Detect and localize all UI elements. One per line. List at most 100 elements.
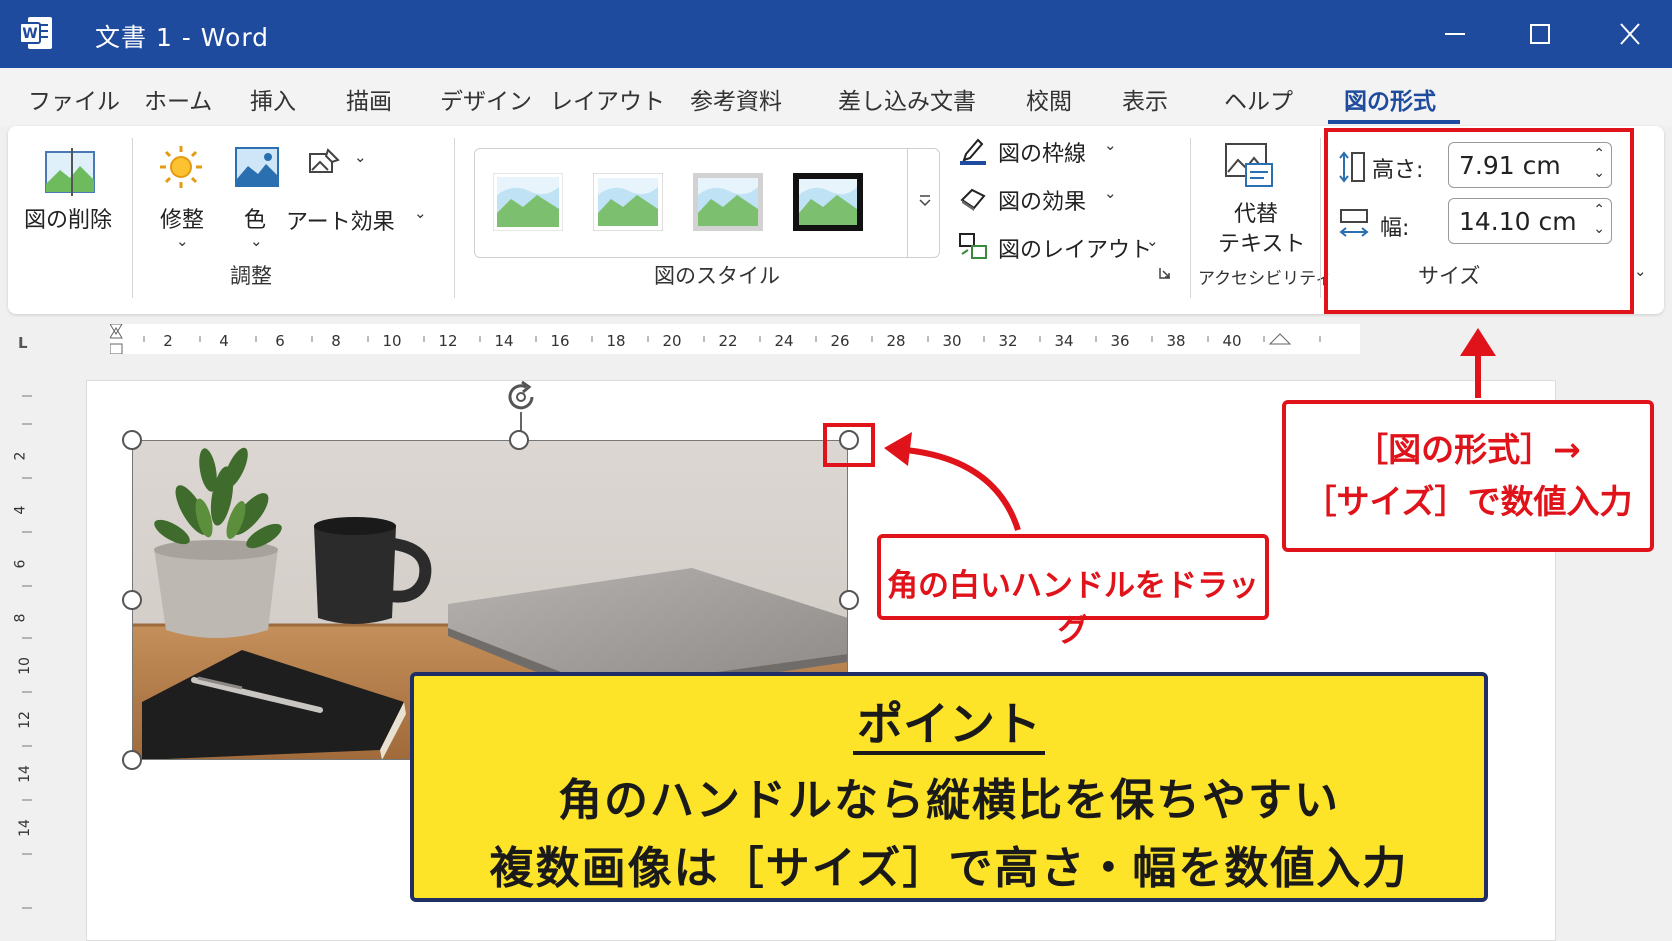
svg-text:W: W bbox=[22, 26, 37, 42]
point-line-2: 複数画像は［サイズ］で高さ・幅を数値入力 bbox=[489, 843, 1409, 894]
size-group-highlight bbox=[1324, 128, 1634, 314]
tab-review[interactable]: 校閲 bbox=[1026, 82, 1072, 116]
ruler-tick: 40 bbox=[1222, 332, 1242, 350]
active-tab-indicator bbox=[1328, 120, 1460, 124]
dialog-launcher-icon[interactable] bbox=[1158, 266, 1172, 280]
tab-home[interactable]: ホーム bbox=[144, 82, 212, 116]
ruler-tick: 30 bbox=[942, 332, 962, 350]
picture-layout-icon bbox=[959, 233, 987, 259]
corrections-label: 修整 bbox=[160, 208, 205, 233]
tab-draw[interactable]: 描画 bbox=[346, 82, 392, 116]
ruler-tick: 32 bbox=[998, 332, 1018, 350]
ribbon-separator bbox=[1190, 138, 1191, 298]
ruler-tick: 38 bbox=[1166, 332, 1186, 350]
ruler-tick: 36 bbox=[1110, 332, 1130, 350]
word-logo-icon: W bbox=[19, 17, 52, 49]
corner-handle-highlight bbox=[823, 423, 875, 467]
point-box: ポイント 角のハンドルなら縦横比を保ちやすい 複数画像は［サイズ］で高さ・幅を数… bbox=[410, 672, 1488, 902]
effects-icon bbox=[960, 188, 986, 211]
chevron-down-icon[interactable]: ⌄ bbox=[1634, 262, 1647, 280]
tab-references[interactable]: 参考資料 bbox=[690, 82, 782, 116]
picture-layout-label: 図のレイアウト bbox=[998, 238, 1153, 263]
vertical-ruler-ticks bbox=[22, 395, 32, 909]
chevron-down-icon: ⌄ bbox=[354, 148, 367, 166]
tab-layout[interactable]: レイアウト bbox=[550, 82, 665, 116]
adjust-group-label: 調整 bbox=[230, 264, 272, 288]
ruler-tick: 16 bbox=[550, 332, 570, 350]
ribbon-separator bbox=[132, 138, 133, 298]
drag-handle-callout: 角の白いハンドルをドラッグ bbox=[877, 534, 1269, 649]
ruler-tick: 34 bbox=[1054, 332, 1074, 350]
resize-handle-top[interactable] bbox=[509, 430, 529, 450]
chevron-down-icon: ⌄ bbox=[1146, 232, 1159, 250]
chevron-down-icon: ⌄ bbox=[414, 204, 427, 222]
gallery-more-icon bbox=[919, 195, 931, 207]
horizontal-ruler-row: L 2 4 6 8 10 12 14 16 18 20 22 24 26 28 … bbox=[0, 318, 1672, 358]
tab-insert[interactable]: 挿入 bbox=[250, 82, 296, 116]
resize-handle-left[interactable] bbox=[122, 590, 142, 610]
picture-color-icon bbox=[235, 147, 279, 187]
minimize-icon[interactable] bbox=[1430, 14, 1480, 54]
size-callout-line-1: ［図の形式］→ bbox=[1355, 430, 1581, 469]
close-icon[interactable] bbox=[1605, 14, 1655, 54]
chevron-down-icon: ⌄ bbox=[1104, 184, 1117, 202]
point-title: ポイント bbox=[414, 688, 1484, 755]
ruler-tick: 8 bbox=[331, 332, 341, 350]
style-thumb-2[interactable] bbox=[593, 173, 663, 231]
picture-effects-label: 図の効果 bbox=[998, 190, 1087, 215]
ruler-tick: 28 bbox=[886, 332, 906, 350]
vertical-ruler[interactable]: 2 4 6 8 10 12 14 14 bbox=[12, 372, 42, 941]
gallery-more-button[interactable] bbox=[907, 149, 941, 257]
picture-styles-gallery bbox=[474, 148, 940, 258]
ribbon-tabs: ファイル ホーム 挿入 描画 デザイン レイアウト 参考資料 差し込み文書 校閲… bbox=[0, 68, 1672, 126]
ruler-tick: 26 bbox=[830, 332, 850, 350]
alt-text-label-1: 代替 bbox=[1234, 202, 1279, 227]
sun-icon bbox=[160, 146, 202, 188]
tab-picture-format[interactable]: 図の形式 bbox=[1344, 82, 1436, 116]
size-input-callout: ［図の形式］→ ［サイズ］で数値入力 bbox=[1282, 400, 1654, 552]
chevron-down-icon: ⌄ bbox=[176, 232, 189, 250]
ruler-tick: 4 bbox=[219, 332, 229, 350]
ruler-tick: 12 bbox=[438, 332, 458, 350]
tab-help[interactable]: ヘルプ bbox=[1224, 82, 1293, 116]
pen-border-icon bbox=[960, 138, 986, 165]
maximize-icon[interactable] bbox=[1515, 14, 1565, 54]
tab-selector[interactable]: L bbox=[18, 334, 28, 352]
size-callout-line-2: ［サイズ］で数値入力 bbox=[1303, 482, 1633, 521]
horizontal-ruler[interactable]: 2 4 6 8 10 12 14 16 18 20 22 24 26 28 30… bbox=[110, 324, 1360, 354]
artistic-effects-icon bbox=[309, 148, 340, 173]
style-thumb-4[interactable] bbox=[793, 173, 863, 231]
accessibility-group-label: アクセシビリティ bbox=[1198, 269, 1333, 289]
resize-handle-top-left[interactable] bbox=[122, 430, 142, 450]
point-line-1: 角のハンドルなら縦横比を保ちやすい bbox=[558, 775, 1340, 826]
ruler-tick: 2 bbox=[163, 332, 173, 350]
tab-mailings[interactable]: 差し込み文書 bbox=[838, 82, 976, 116]
color-label: 色 bbox=[244, 208, 267, 233]
ruler-tick: 18 bbox=[606, 332, 626, 350]
ribbon-separator bbox=[1320, 138, 1321, 298]
alt-text-label-2: テキスト bbox=[1218, 232, 1306, 257]
ribbon-separator bbox=[454, 138, 455, 298]
picture-remove-bg-icon bbox=[45, 148, 95, 196]
resize-handle-right[interactable] bbox=[839, 590, 859, 610]
picture-styles-group-label: 図のスタイル bbox=[654, 264, 780, 288]
ruler-tick: 6 bbox=[275, 332, 285, 350]
chevron-down-icon: ⌄ bbox=[1104, 136, 1117, 154]
alt-text-icon bbox=[1225, 143, 1273, 187]
picture-border-label: 図の枠線 bbox=[998, 142, 1087, 167]
tab-file[interactable]: ファイル bbox=[28, 82, 120, 116]
ruler-tick: 14 bbox=[494, 332, 514, 350]
chevron-down-icon: ⌄ bbox=[250, 232, 263, 250]
ruler-tick: 10 bbox=[382, 332, 402, 350]
tab-view[interactable]: 表示 bbox=[1122, 82, 1168, 116]
ruler-tick: 24 bbox=[774, 332, 794, 350]
tab-design[interactable]: デザイン bbox=[440, 82, 532, 116]
ruler-tick: 20 bbox=[662, 332, 682, 350]
style-thumb-1[interactable] bbox=[493, 173, 563, 231]
ruler-tick: 22 bbox=[718, 332, 738, 350]
resize-handle-bottom-left[interactable] bbox=[122, 750, 142, 770]
artistic-effects-label: アート効果 bbox=[286, 210, 395, 235]
style-thumb-3[interactable] bbox=[693, 173, 763, 231]
rotate-icon[interactable] bbox=[502, 378, 540, 416]
remove-bg-label: 図の削除 bbox=[24, 208, 113, 233]
